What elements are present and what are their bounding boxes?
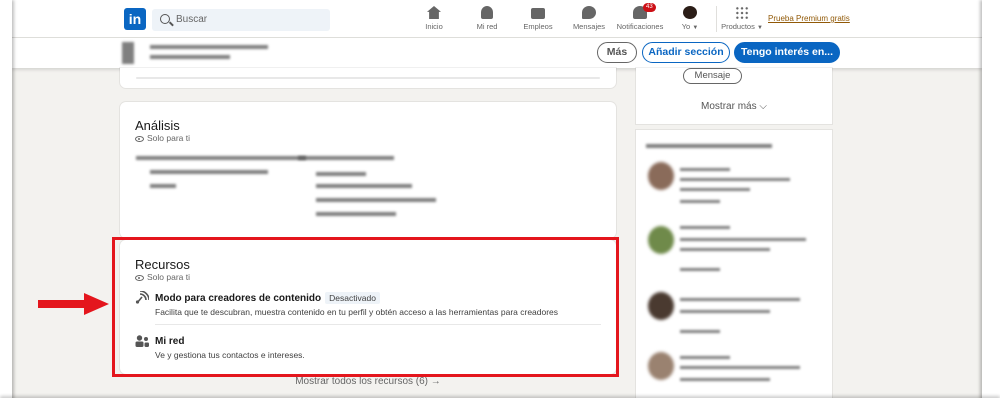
- previous-card: [120, 68, 616, 88]
- analysis-item-blurred: [136, 156, 306, 160]
- person-headline-blurred: [680, 178, 790, 181]
- person-headline-blurred: [680, 378, 770, 381]
- highlight-box: [112, 237, 619, 377]
- sidebar-people-card: [636, 130, 832, 400]
- screenshot-stage: in Buscar Inicio Mi red Empleos Mensajes…: [0, 0, 1000, 404]
- premium-link[interactable]: Prueba Premium gratis: [768, 14, 850, 23]
- nav-item-label: Inicio: [425, 22, 443, 31]
- nav-item-label: Empleos: [523, 22, 553, 31]
- person-headline-blurred: [680, 366, 800, 369]
- nav-item-home[interactable]: Inicio: [404, 6, 464, 31]
- person-headline-blurred: [680, 310, 770, 313]
- person-headline-blurred: [680, 238, 806, 241]
- analysis-item-blurred: [298, 156, 394, 160]
- nav-item-label: Productos: [721, 22, 755, 31]
- add-section-button[interactable]: Añadir sección: [642, 42, 730, 63]
- visibility-label: Solo para ti: [147, 133, 190, 143]
- search-placeholder: Buscar: [176, 14, 208, 25]
- person-button-blurred: [680, 200, 720, 203]
- nav-item-me[interactable]: Yo ▼: [660, 6, 720, 31]
- analysis-item-blurred: [150, 170, 268, 174]
- screen-edge-bottom: [0, 398, 1000, 404]
- avatar[interactable]: [648, 352, 674, 380]
- more-button[interactable]: Más: [597, 42, 637, 63]
- profile-photo-blurred: [122, 42, 134, 64]
- open-to-button[interactable]: Tengo interés en...: [734, 42, 840, 63]
- person-headline-blurred: [680, 188, 750, 191]
- eye-icon: [135, 135, 144, 142]
- person-name-blurred: [680, 298, 800, 301]
- person-headline-blurred: [680, 248, 770, 251]
- show-all-resources-link[interactable]: Mostrar todos los recursos (6) →: [120, 376, 616, 387]
- nav-item-label: Notificaciones: [616, 22, 664, 31]
- screen-edge-right: [982, 0, 1000, 404]
- top-nav: in Buscar Inicio Mi red Empleos Mensajes…: [12, 0, 982, 38]
- analysis-title: Análisis: [135, 118, 180, 133]
- avatar[interactable]: [648, 292, 674, 320]
- nav-item-products[interactable]: Productos ▼: [712, 6, 772, 31]
- show-more-link[interactable]: Mostrar más ⌵: [636, 101, 832, 112]
- avatar[interactable]: [648, 162, 674, 190]
- chevron-down-icon: ▼: [692, 25, 699, 31]
- chevron-down-icon: ▼: [756, 25, 763, 31]
- analysis-item-blurred: [316, 212, 396, 216]
- person-name-blurred: [680, 226, 730, 229]
- avatar[interactable]: [648, 226, 674, 254]
- person-button-blurred: [680, 268, 720, 271]
- search-input[interactable]: Buscar: [152, 9, 330, 31]
- person-button-blurred: [680, 330, 720, 333]
- nav-item-label: Mensajes: [572, 22, 606, 31]
- red-arrow-icon: [38, 293, 109, 315]
- nav-item-label: Mi red: [476, 22, 498, 31]
- linkedin-logo[interactable]: in: [124, 8, 146, 30]
- progress-track: [136, 77, 600, 79]
- profile-name-blurred: [150, 45, 268, 49]
- person-name-blurred: [680, 168, 730, 171]
- home-icon: [427, 6, 441, 19]
- analysis-item-blurred: [316, 198, 436, 202]
- analysis-item-blurred: [150, 184, 176, 188]
- search-icon: [160, 14, 170, 24]
- analysis-visibility: Solo para ti: [135, 133, 190, 143]
- notification-badge: 43: [643, 3, 656, 12]
- message-button[interactable]: Mensaje: [683, 68, 742, 84]
- grid-icon: [735, 6, 749, 19]
- analysis-item-blurred: [316, 184, 412, 188]
- analysis-item-blurred: [316, 172, 366, 176]
- network-icon: [481, 6, 493, 19]
- analysis-card: Análisis Solo para ti: [120, 102, 616, 238]
- messaging-icon: [582, 6, 596, 19]
- screen-edge-left: [0, 0, 12, 404]
- profile-sticky-bar: Más Añadir sección Tengo interés en...: [12, 38, 982, 68]
- profile-headline-blurred: [150, 55, 230, 59]
- person-name-blurred: [680, 356, 730, 359]
- briefcase-icon: [531, 8, 545, 19]
- avatar-icon: [683, 6, 697, 19]
- nav-item-label: Yo: [681, 22, 691, 31]
- sidebar-heading-blurred: [646, 144, 772, 148]
